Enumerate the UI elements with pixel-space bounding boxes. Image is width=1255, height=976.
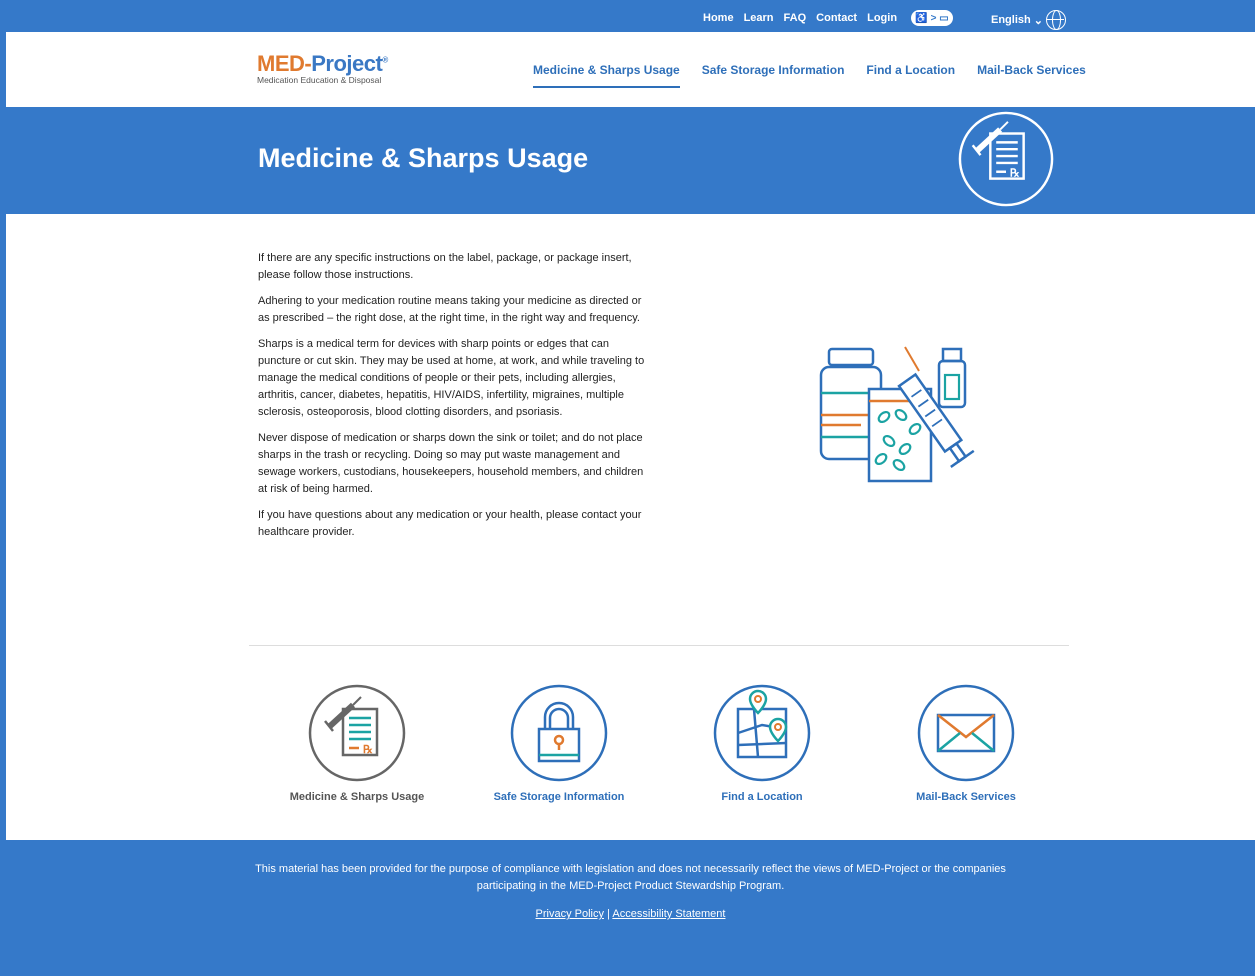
logo-med: MED: [257, 51, 305, 76]
site-header: MED-Project® Medication Education & Disp…: [6, 32, 1255, 107]
accessibility-statement-link[interactable]: Accessibility Statement: [612, 908, 725, 920]
accessibility-toggle[interactable]: ♿ > ▭: [911, 10, 954, 26]
main-content: If there are any specific instructions o…: [258, 250, 653, 550]
footer-separator: |: [607, 908, 610, 920]
login-link[interactable]: Login: [867, 12, 897, 24]
card-medicine-sharps[interactable]: ℞ Medicine & Sharps Usage: [257, 683, 457, 803]
envelope-icon: [917, 684, 1015, 782]
map-pin-icon: [713, 684, 811, 782]
prescription-syringe-icon: ℞: [308, 684, 406, 782]
card-label[interactable]: Mail-Back Services: [866, 791, 1066, 803]
card-label[interactable]: Find a Location: [662, 791, 862, 803]
svg-text:℞: ℞: [1010, 168, 1020, 180]
footer-links: Privacy Policy | Accessibility Statement: [6, 908, 1255, 920]
logo-subtitle: Medication Education & Disposal: [257, 75, 382, 85]
nav-medicine-sharps[interactable]: Medicine & Sharps Usage: [533, 63, 680, 88]
utility-links: Home Learn FAQ Contact Login ♿ > ▭: [703, 10, 954, 26]
nav-mail-back[interactable]: Mail-Back Services: [977, 63, 1086, 88]
main-nav: Medicine & Sharps Usage Safe Storage Inf…: [533, 63, 1086, 88]
hero-banner: Medicine & Sharps Usage ℞: [6, 107, 1255, 214]
content-paragraph: If you have questions about any medicati…: [258, 509, 642, 538]
card-label[interactable]: Medicine & Sharps Usage: [257, 791, 457, 803]
learn-link[interactable]: Learn: [744, 12, 774, 24]
nav-safe-storage[interactable]: Safe Storage Information: [702, 63, 845, 88]
logo-project: Project: [311, 51, 383, 76]
globe-icon: [1045, 10, 1066, 30]
site-footer: This material has been provided for the …: [6, 840, 1255, 976]
card-safe-storage[interactable]: Safe Storage Information: [459, 683, 659, 803]
medication-bottles-syringe-illustration: [819, 346, 975, 483]
page-title: Medicine & Sharps Usage: [258, 143, 589, 173]
content-paragraph: Never dispose of medication or sharps do…: [258, 432, 644, 495]
card-mail-back[interactable]: Mail-Back Services: [866, 683, 1066, 803]
language-label: English: [991, 14, 1031, 26]
privacy-policy-link[interactable]: Privacy Policy: [536, 908, 604, 920]
card-label[interactable]: Safe Storage Information: [459, 791, 659, 803]
padlock-icon: [510, 684, 608, 782]
logo-registered: ®: [382, 55, 388, 65]
nav-find-location[interactable]: Find a Location: [866, 63, 955, 88]
content-paragraph: Adhering to your medication routine mean…: [258, 295, 642, 324]
language-selector[interactable]: English ⌄: [991, 10, 1066, 30]
content-paragraph: If there are any specific instructions o…: [258, 252, 632, 281]
logo-wordmark: MED-Project®: [257, 51, 388, 77]
chevron-down-icon: ⌄: [1033, 14, 1043, 27]
card-find-location[interactable]: Find a Location: [662, 683, 862, 803]
home-link[interactable]: Home: [703, 12, 734, 24]
footer-disclaimer: This material has been provided for the …: [255, 863, 1006, 892]
faq-link[interactable]: FAQ: [784, 12, 807, 24]
svg-text:℞: ℞: [363, 744, 373, 756]
contact-link[interactable]: Contact: [816, 12, 857, 24]
prescription-syringe-icon: ℞: [958, 111, 1054, 207]
utility-bar: Home Learn FAQ Contact Login ♿ > ▭ Engli…: [6, 0, 1255, 32]
section-divider: [249, 645, 1069, 646]
content-paragraph: Sharps is a medical term for devices wit…: [258, 338, 645, 418]
page-frame: Home Learn FAQ Contact Login ♿ > ▭ Engli…: [6, 0, 1255, 976]
site-logo[interactable]: MED-Project® Medication Education & Disp…: [257, 51, 388, 85]
